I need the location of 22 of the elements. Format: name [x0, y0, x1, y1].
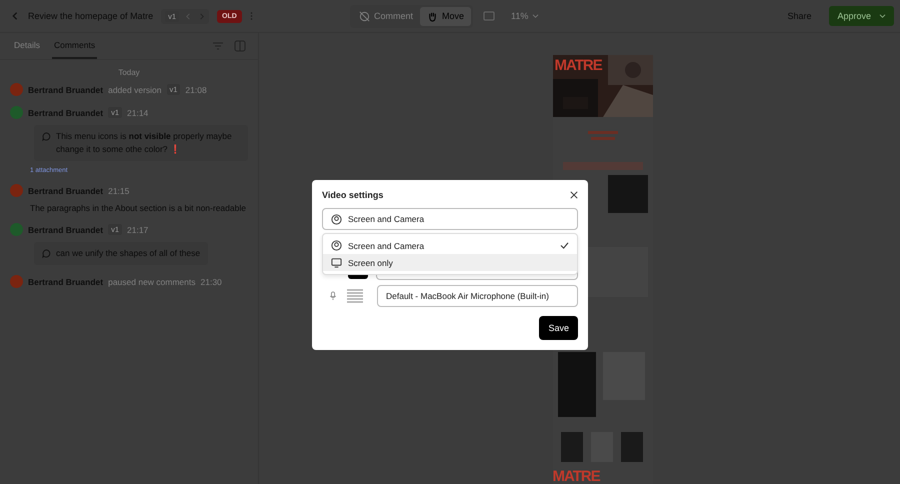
time-label: 21:14 — [127, 108, 148, 118]
save-button[interactable]: Save — [539, 316, 578, 340]
tool-button[interactable]: Move — [420, 6, 472, 26]
day-label: Today — [118, 68, 140, 77]
dialog-title: Video settings — [322, 190, 384, 200]
time-label: 21:30 — [200, 276, 222, 286]
microphone-select[interactable]: Default - MacBook Air Microphone (Built-in) — [377, 285, 578, 307]
tool-button[interactable]: Comment — [352, 6, 420, 26]
option-label: Screen only — [348, 258, 394, 268]
menu-option[interactable]: Screen only — [323, 254, 577, 271]
time-label: 21:15 — [108, 186, 130, 196]
activity-action: paused new comments — [108, 276, 196, 286]
time-label: 21:08 — [185, 84, 207, 94]
logo-text: MATRE — [552, 469, 600, 484]
approve-button[interactable]: Approve — [829, 6, 894, 26]
tab[interactable]: Details — [12, 33, 42, 59]
menu-option[interactable]: Screen and Camera — [323, 237, 577, 254]
mode-select[interactable]: Screen and Camera — [322, 208, 578, 230]
time-label: 21:17 — [127, 224, 148, 234]
option-label: Screen and Camera — [348, 240, 426, 250]
zoom-dropdown[interactable]: 11% — [505, 10, 546, 22]
activity-action: added version — [108, 84, 162, 94]
